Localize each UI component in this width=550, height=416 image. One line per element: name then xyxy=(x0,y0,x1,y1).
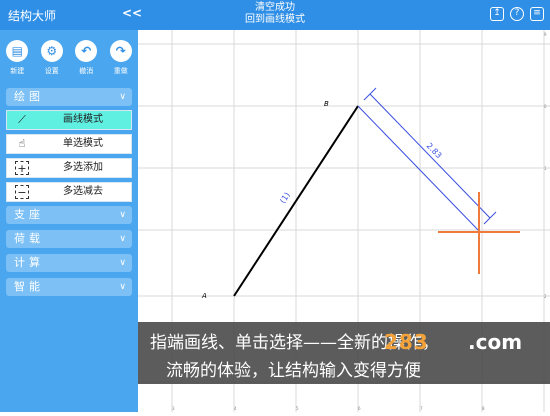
undo-label: 撤消 xyxy=(79,67,94,75)
mode-label: 多选添加 xyxy=(63,162,103,173)
top-bar: 结构大师 << 清空成功 回到画线模式 ↥ ? ≡ xyxy=(0,0,550,30)
category-load[interactable]: 荷载 ∨ xyxy=(6,230,132,248)
new-label: 新建 xyxy=(10,67,25,75)
chevron-down-icon: ∨ xyxy=(119,258,126,268)
crosshair-cursor xyxy=(438,192,520,274)
ruler-tick: 4 xyxy=(234,406,237,411)
category-draw[interactable]: 绘图 ∨ xyxy=(6,88,132,106)
status-line-2: 回到画线模式 xyxy=(245,14,305,25)
category-calc-label: 计算 xyxy=(14,256,44,269)
category-load-label: 荷载 xyxy=(14,232,44,245)
ruler-tick: 6 xyxy=(358,406,361,411)
promo-banner: 指端画线、单击选择——全新的操作， 流畅的体验，让结构输入变得方便 283 .c… xyxy=(138,322,550,384)
category-smart-label: 智能 xyxy=(14,280,44,293)
redo-label: 重做 xyxy=(113,67,128,75)
chevron-down-icon: ∨ xyxy=(119,210,126,220)
ruler-tick: 9 xyxy=(544,32,547,37)
sidebar: ▤ 新建 ⚙ 设置 ↶ 撤消 ↷ 重做 绘图 ∨ ⟋ 画线模式 ☝ 单选模式 +… xyxy=(0,30,138,412)
select-subtract-icon: − xyxy=(15,185,29,199)
category-support-label: 支座 xyxy=(14,208,44,221)
chevron-down-icon: ∨ xyxy=(119,92,126,102)
watermark-logo: 283 xyxy=(384,330,429,354)
category-smart[interactable]: 智能 ∨ xyxy=(6,278,132,296)
list-icon[interactable]: ≡ xyxy=(530,7,544,21)
mode-multi-add[interactable]: + 多选添加 xyxy=(6,158,132,178)
ruler-tick: 8 xyxy=(482,406,485,411)
node-b-label: B xyxy=(324,100,329,108)
mode-label: 画线模式 xyxy=(63,114,103,125)
mode-single-select[interactable]: ☝ 单选模式 xyxy=(6,134,132,154)
category-support[interactable]: 支座 ∨ xyxy=(6,206,132,224)
dimension-line xyxy=(357,105,481,233)
mode-multi-subtract[interactable]: − 多选减去 xyxy=(6,182,132,202)
collapse-sidebar-button[interactable]: << xyxy=(122,6,142,20)
ruler-tick: 5 xyxy=(296,406,299,411)
banner-line-2: 流畅的体验，让结构输入变得方便 xyxy=(166,361,421,381)
settings-label: 设置 xyxy=(44,67,59,75)
mode-label: 多选减去 xyxy=(63,186,103,197)
select-add-icon: + xyxy=(15,161,29,175)
watermark-domain: .com xyxy=(468,330,523,354)
dimension-line-offset xyxy=(369,93,491,219)
status-line-1: 清空成功 xyxy=(255,2,295,13)
category-calc[interactable]: 计算 ∨ xyxy=(6,254,132,272)
redo-icon: ↷ xyxy=(109,40,132,62)
undo-icon: ↶ xyxy=(75,40,98,62)
chevron-down-icon: ∨ xyxy=(119,234,126,244)
status-message: 清空成功 回到画线模式 xyxy=(170,2,380,26)
category-draw-label: 绘图 xyxy=(14,90,44,103)
ruler-tick: 3 xyxy=(172,406,175,411)
app-title: 结构大师 xyxy=(8,9,57,23)
new-file-icon: ▤ xyxy=(6,40,29,62)
node-a-label: A xyxy=(201,292,207,300)
chevron-down-icon: ∨ xyxy=(119,282,126,292)
ruler-tick: 7 xyxy=(420,406,423,411)
dimension-value: 2.83 xyxy=(425,141,444,160)
export-icon[interactable]: ↥ xyxy=(490,7,504,21)
gear-icon: ⚙ xyxy=(40,40,63,62)
mode-draw-line[interactable]: ⟋ 画线模式 xyxy=(6,110,132,130)
draw-line-icon: ⟋ xyxy=(18,113,26,126)
hand-pointer-icon: ☝ xyxy=(18,137,26,150)
member-label: (1) xyxy=(278,191,292,205)
mode-label: 单选模式 xyxy=(63,138,103,149)
help-icon[interactable]: ? xyxy=(510,7,524,21)
